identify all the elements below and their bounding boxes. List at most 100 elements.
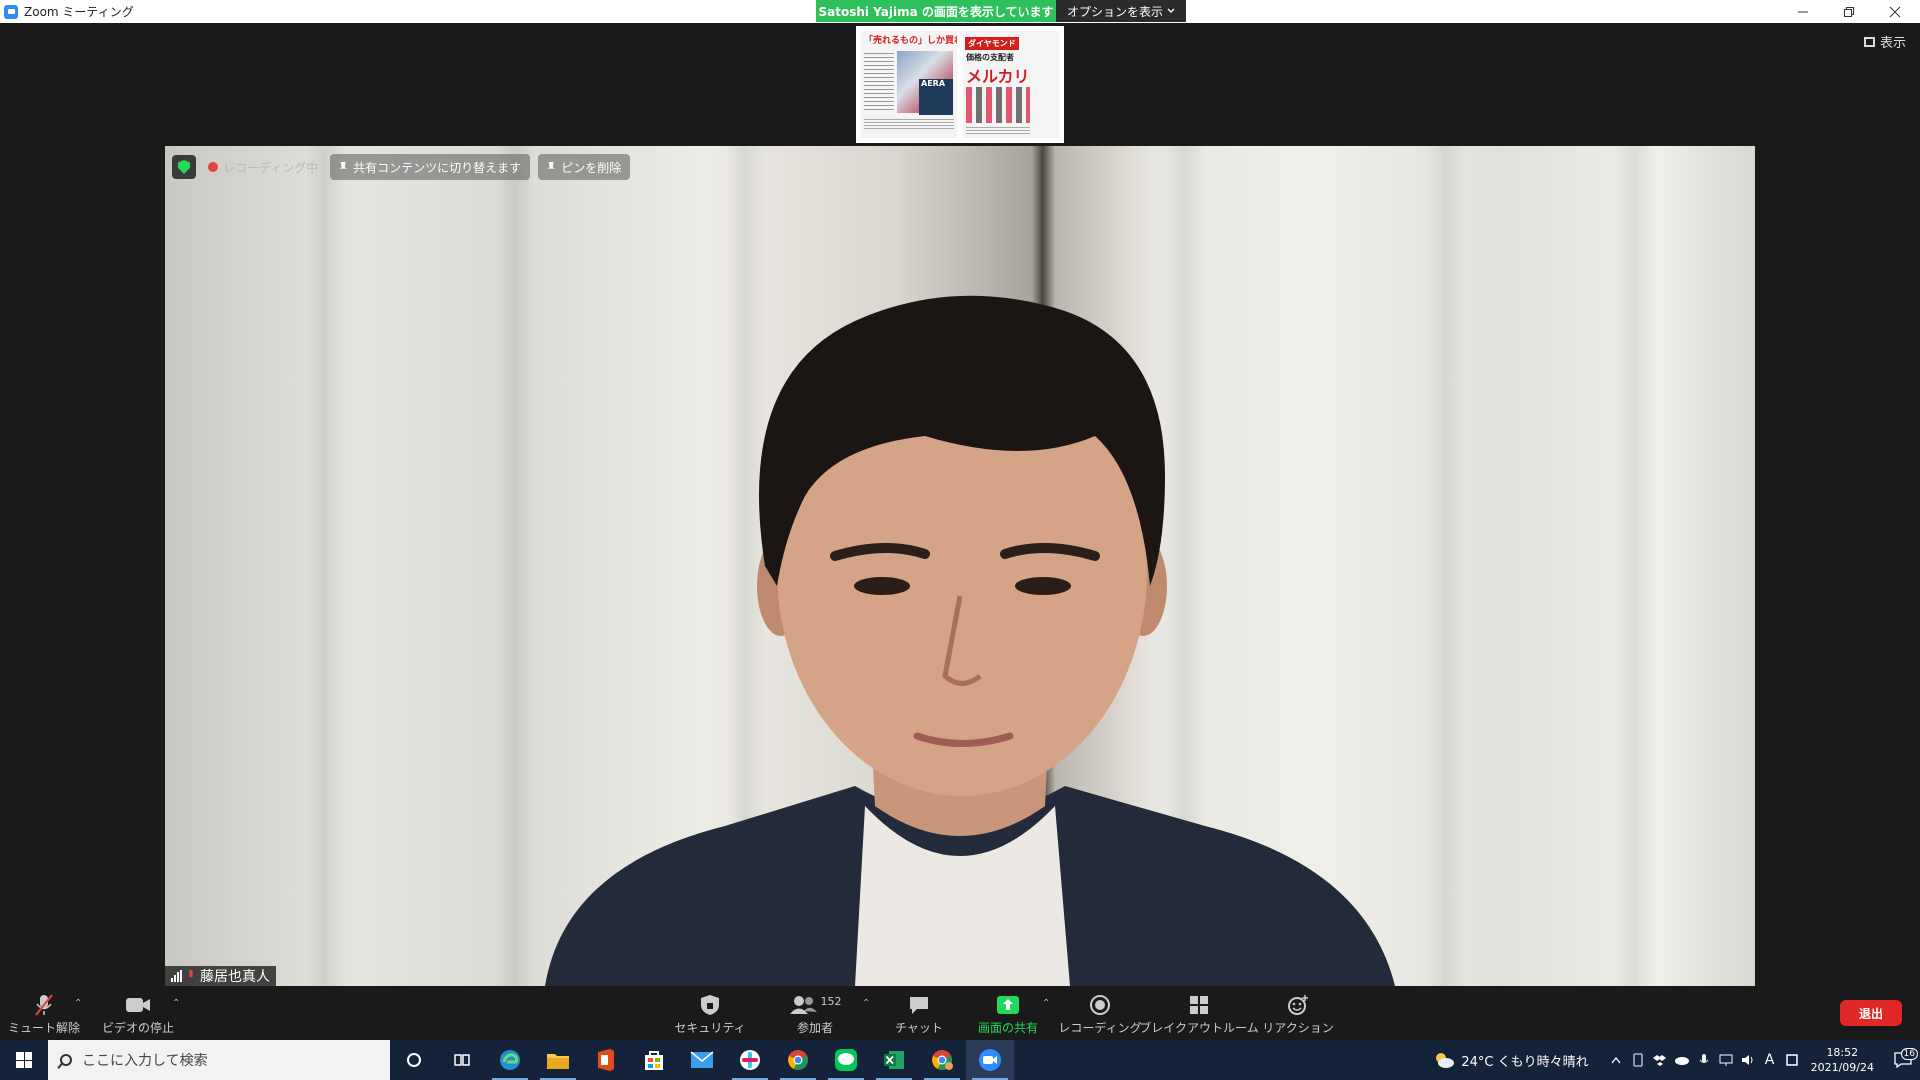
line-app-icon bbox=[835, 1049, 857, 1071]
view-options-label: オプションを表示 bbox=[1066, 4, 1163, 19]
gallery-view-icon bbox=[1863, 36, 1875, 47]
task-view-icon bbox=[454, 1054, 470, 1066]
chrome-icon bbox=[788, 1050, 808, 1070]
taskbar-excel[interactable] bbox=[870, 1040, 918, 1080]
taskbar-search-box[interactable]: ここに入力して検索 bbox=[48, 1040, 390, 1080]
record-button[interactable]: レコーディング bbox=[1058, 990, 1142, 1036]
minimize-icon bbox=[1798, 11, 1808, 12]
tray-onedrive-icon[interactable] bbox=[1671, 1055, 1693, 1065]
muted-mic-icon bbox=[189, 970, 193, 978]
view-layout-button[interactable]: 表示 bbox=[1863, 32, 1906, 51]
active-speaker-video[interactable] bbox=[165, 146, 1755, 986]
video-camera-icon bbox=[126, 998, 150, 1012]
breakout-rooms-label: ブレイクアウトルーム bbox=[1139, 1021, 1259, 1035]
zoom-app-icon bbox=[4, 4, 18, 19]
reactions-label: リアクション bbox=[1262, 1021, 1334, 1035]
folder-icon bbox=[547, 1054, 569, 1069]
taskbar-zoom[interactable] bbox=[966, 1040, 1014, 1080]
chat-label: チャット bbox=[895, 1021, 943, 1035]
edge-icon bbox=[500, 1050, 520, 1070]
taskbar-chrome-profile[interactable] bbox=[918, 1040, 966, 1080]
reactions-button[interactable]: リアクション bbox=[1260, 990, 1336, 1036]
view-layout-label: 表示 bbox=[1879, 36, 1906, 51]
encryption-shield-icon[interactable] bbox=[172, 155, 196, 179]
switch-to-shared-content-button[interactable]: 共有コンテンツに切り替えます bbox=[330, 154, 531, 180]
unmute-button[interactable]: ミュート解除 bbox=[8, 990, 81, 1036]
subtitle-text: 価格の支配者 bbox=[966, 53, 1014, 62]
close-button[interactable] bbox=[1872, 0, 1918, 23]
smiley-icon bbox=[1288, 995, 1308, 1015]
tray-device-icon[interactable] bbox=[1627, 1053, 1649, 1067]
share-options-caret[interactable]: ⌃ bbox=[1042, 998, 1050, 1009]
cortana-circle-icon bbox=[407, 1053, 421, 1067]
windows-logo-icon bbox=[16, 1052, 32, 1068]
weather-widget[interactable] bbox=[1431, 1051, 1457, 1069]
share-screen-icon bbox=[997, 996, 1019, 1014]
record-label: レコーディング bbox=[1058, 1021, 1142, 1035]
chrome-profile-icon bbox=[932, 1050, 953, 1070]
notification-count: 16 bbox=[1900, 1048, 1918, 1060]
participant-figure bbox=[545, 295, 1395, 986]
leave-meeting-button[interactable]: 退出 bbox=[1840, 1000, 1902, 1026]
tray-microphone-icon[interactable] bbox=[1693, 1053, 1715, 1067]
office-icon bbox=[598, 1049, 614, 1071]
microphone-icon bbox=[1699, 1054, 1708, 1063]
stop-video-button[interactable]: ビデオの停止 bbox=[100, 990, 176, 1036]
windows-taskbar: ここに入力して検索 24°C くもり時々晴れ A 18:52 2021/09/2… bbox=[0, 1040, 1920, 1080]
onedrive-cloud-icon bbox=[1674, 1057, 1689, 1065]
chat-button[interactable]: チャット bbox=[888, 990, 950, 1036]
security-button[interactable]: セキュリティ bbox=[670, 990, 750, 1036]
taskbar-line[interactable] bbox=[822, 1040, 870, 1080]
taskbar-mail[interactable] bbox=[678, 1040, 726, 1080]
taskbar-explorer[interactable] bbox=[534, 1040, 582, 1080]
record-icon bbox=[1090, 995, 1110, 1015]
audio-options-caret[interactable]: ⌃ bbox=[74, 998, 82, 1009]
taskbar-chrome[interactable] bbox=[774, 1040, 822, 1080]
recording-label: レコーディング中 bbox=[223, 160, 319, 175]
breakout-rooms-button[interactable]: ブレイクアウトルーム bbox=[1139, 990, 1259, 1036]
pin-icon bbox=[339, 161, 348, 169]
window-title: Zoom ミーティング bbox=[24, 5, 134, 19]
participants-label: 参加者 bbox=[796, 1021, 833, 1035]
action-icon bbox=[1785, 1054, 1798, 1066]
action-center-button[interactable]: 16 bbox=[1886, 1048, 1920, 1068]
minimize-button[interactable] bbox=[1780, 0, 1826, 23]
mail-icon bbox=[690, 1051, 714, 1068]
magazine-page-right: ダイヤモンド 価格の支配者 メルカリ bbox=[963, 31, 1059, 138]
unmute-label: ミュート解除 bbox=[8, 1021, 81, 1035]
tray-dropbox-icon[interactable] bbox=[1649, 1054, 1671, 1066]
participants-count: 152 bbox=[820, 994, 842, 1008]
chevron-up-icon bbox=[1611, 1056, 1621, 1064]
shared-content-thumbnail[interactable]: 「売れるもの」しか買わない AERA ダイヤモンド 価格の支配者 メルカリ bbox=[856, 26, 1064, 143]
unpin-video-button[interactable]: ピンを削除 bbox=[538, 154, 631, 180]
share-screen-button[interactable]: 画面の共有 bbox=[968, 990, 1048, 1036]
restore-button[interactable] bbox=[1826, 0, 1872, 23]
switch-content-label: 共有コンテンツに切り替えます bbox=[353, 160, 522, 175]
taskbar-office[interactable] bbox=[582, 1040, 630, 1080]
ime-indicator[interactable]: A bbox=[1759, 1052, 1781, 1068]
weather-text: 24°C くもり時々晴れ bbox=[1461, 1054, 1589, 1070]
dropbox-icon bbox=[1652, 1055, 1666, 1066]
view-options-button[interactable]: オプションを表示 bbox=[1056, 0, 1186, 22]
restore-icon bbox=[1844, 6, 1854, 17]
tray-network-icon[interactable] bbox=[1715, 1054, 1737, 1066]
taskbar-store[interactable] bbox=[630, 1040, 678, 1080]
taskbar-edge[interactable] bbox=[486, 1040, 534, 1080]
cortana-button[interactable] bbox=[390, 1040, 438, 1080]
search-placeholder: ここに入力して検索 bbox=[82, 1053, 208, 1069]
start-button[interactable] bbox=[0, 1040, 48, 1080]
tray-volume-icon[interactable] bbox=[1737, 1054, 1759, 1066]
tray-notification-area-icon[interactable] bbox=[1781, 1054, 1803, 1066]
show-hidden-icons-button[interactable] bbox=[1605, 1056, 1627, 1064]
meeting-toolbar: ミュート解除 ⌃ ビデオの停止 ⌃ セキュリティ 152 参加者 ⌃ チャット … bbox=[0, 986, 1920, 1040]
video-options-caret[interactable]: ⌃ bbox=[172, 998, 180, 1009]
task-view-button[interactable] bbox=[438, 1040, 486, 1080]
stop-video-label: ビデオの停止 bbox=[101, 1021, 174, 1035]
participants-options-caret[interactable]: ⌃ bbox=[862, 998, 870, 1009]
taskbar-slack[interactable] bbox=[726, 1040, 774, 1080]
cloud-sun-icon bbox=[1436, 1053, 1455, 1068]
taskbar-clock[interactable]: 18:52 2021/09/24 bbox=[1811, 1045, 1874, 1075]
headline-text: 「売れるもの」しか買わない bbox=[864, 36, 957, 46]
participants-button[interactable]: 152 参加者 bbox=[780, 990, 850, 1036]
breakout-rooms-icon bbox=[1190, 996, 1208, 1014]
